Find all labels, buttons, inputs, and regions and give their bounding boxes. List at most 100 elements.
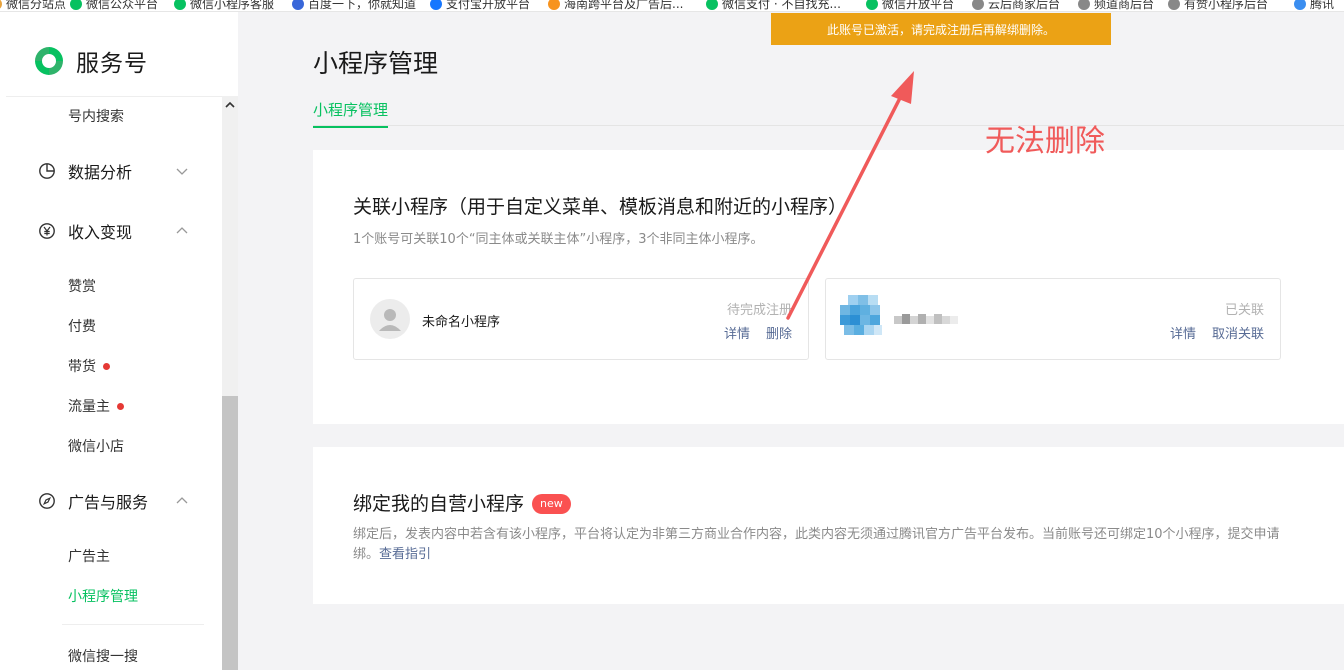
delete-link[interactable]: 删除 — [766, 323, 792, 342]
bookmark-item[interactable]: 微信开放平台 — [866, 0, 955, 11]
bookmark-icon — [1168, 0, 1180, 10]
bookmark-label: 云后商家后台 — [988, 0, 1061, 11]
unlink-link[interactable]: 取消关联 — [1212, 323, 1264, 342]
sidebar-item-wechat-shop[interactable]: 微信小店 — [68, 436, 124, 456]
sidebar-item-label: 付费 — [68, 319, 96, 335]
sidebar-item-search[interactable]: 号内搜索 — [68, 106, 124, 126]
bookmark-label: 微信小程序客服 — [190, 0, 275, 11]
bind-section-title: 绑定我的自营小程序 new — [353, 489, 571, 516]
chevron-up-icon — [176, 227, 188, 234]
sidebar-group-label: 广告与服务 — [68, 493, 149, 512]
yen-icon — [39, 223, 55, 239]
sidebar-item-miniprogram-management[interactable]: 小程序管理 — [68, 586, 138, 606]
bind-section-desc: 绑定后，发表内容中若含有该小程序，平台将认定为非第三方商业合作内容，此类内容无须… — [353, 525, 1343, 565]
sidebar-item-wechat-search[interactable]: 微信搜一搜 — [68, 646, 138, 666]
bookmark-label: 微信公众平台 — [86, 0, 159, 11]
bookmark-label: 有赞小程序后台 — [1184, 0, 1269, 11]
sidebar: 服务号 号内搜索 数据分析 收入变现 赞赏 付费 带货 流量主 微信小店 广告与… — [0, 12, 238, 670]
bookmark-item[interactable]: 微信小程序客服 — [174, 0, 275, 11]
miniprogram-status: 已关联 — [1224, 303, 1264, 318]
miniprogram-actions: 详情 删除 — [724, 323, 792, 342]
chevron-down-icon — [176, 168, 188, 175]
alipay-icon — [430, 0, 442, 10]
sidebar-group-monetization[interactable]: 收入变现 — [38, 219, 198, 243]
linked-miniprograms-card: 关联小程序（用于自定义菜单、模板消息和附近的小程序） 1个账号可关联10个“同主… — [313, 150, 1344, 424]
sidebar-item-label: 广告主 — [68, 549, 110, 565]
brand-name: 服务号 — [76, 51, 148, 77]
bookmark-label: 海南跨平台及广告后... — [564, 0, 684, 11]
notification-dot — [117, 402, 124, 410]
bookmark-icon — [1078, 0, 1090, 10]
sidebar-item-label: 小程序管理 — [68, 589, 138, 605]
compass-icon — [39, 493, 55, 509]
brand[interactable]: 服务号 — [32, 44, 148, 78]
bind-desc-line: 绑定后，发表内容中若含有该小程序，平台将认定为非第三方商业合作内容，此类内容无须… — [353, 527, 1280, 542]
scroll-up-arrow-icon[interactable] — [222, 96, 238, 114]
bookmark-item[interactable]: 有赞小程序后台 — [1168, 0, 1269, 11]
sidebar-group-data-analysis[interactable]: 数据分析 — [38, 159, 198, 183]
linked-section-title: 关联小程序（用于自定义菜单、模板消息和附近的小程序） — [353, 196, 848, 218]
sidebar-group-label: 收入变现 — [68, 223, 133, 242]
bookmark-item[interactable]: 云后商家后台 — [972, 0, 1061, 11]
bookmark-item[interactable]: 频道商后台 — [1078, 0, 1155, 11]
wechat-icon — [866, 0, 878, 10]
sidebar-item-traffic-owner[interactable]: 流量主 — [68, 396, 124, 416]
bookmark-item[interactable]: 百度一下，你就知道 — [292, 0, 417, 11]
bookmark-label: 频道商后台 — [1094, 0, 1155, 11]
bookmark-item[interactable]: 微信支付 · 不自找充... — [706, 0, 841, 11]
warning-banner: 此账号已激活，请完成注册后再解绑删除。 — [771, 13, 1111, 45]
wechat-icon — [174, 0, 186, 10]
sidebar-nav: 号内搜索 数据分析 收入变现 赞赏 付费 带货 流量主 微信小店 广告与服务 广… — [0, 96, 222, 670]
notification-dot — [103, 362, 110, 370]
annotation-label: 无法删除 — [985, 124, 1105, 159]
bookmark-icon — [548, 0, 560, 10]
miniprogram-name: 未命名小程序 — [422, 315, 501, 330]
miniprogram-card: 未命名小程序 待完成注册 详情 删除 — [353, 278, 809, 360]
bookmark-label: 微信开放平台 — [882, 0, 955, 11]
bookmark-icon — [0, 0, 2, 10]
bookmark-label: 腾讯 — [1310, 0, 1335, 11]
bookmark-icon — [1294, 0, 1306, 10]
view-guide-link[interactable]: 查看指引 — [379, 547, 431, 562]
miniprogram-status: 待完成注册 — [726, 303, 792, 318]
scrollbar-thumb[interactable] — [222, 396, 238, 670]
sidebar-item-label: 流量主 — [68, 399, 110, 415]
sidebar-item-label: 微信小店 — [68, 439, 124, 455]
sidebar-item-paid[interactable]: 付费 — [68, 316, 96, 336]
bookmark-item[interactable]: 微信公众平台 — [70, 0, 159, 11]
miniprogram-card: 已关联 详情 取消关联 — [825, 278, 1281, 360]
bookmarks-bar: 微信分站点 微信公众平台 微信小程序客服 百度一下，你就知道 支付宝开放平台 海… — [0, 0, 1344, 12]
sidebar-item-label: 号内搜索 — [68, 109, 124, 125]
bookmark-item[interactable]: 腾讯 — [1294, 0, 1335, 11]
sidebar-item-label: 带货 — [68, 359, 96, 375]
page-title: 小程序管理 — [313, 49, 439, 78]
chart-icon — [39, 163, 55, 179]
bookmark-label: 微信分站点 — [6, 0, 67, 11]
bookmark-icon — [972, 0, 984, 10]
bind-section-title-text: 绑定我的自营小程序 — [353, 493, 525, 515]
wechat-icon — [706, 0, 718, 10]
sidebar-item-reward[interactable]: 赞赏 — [68, 276, 96, 296]
tab-miniprogram-management[interactable]: 小程序管理 — [313, 99, 389, 128]
blurred-name — [894, 314, 958, 324]
sidebar-item-sell-goods[interactable]: 带货 — [68, 356, 110, 376]
details-link[interactable]: 详情 — [1170, 323, 1196, 342]
chevron-up-icon — [176, 497, 188, 504]
sidebar-item-label: 赞赏 — [68, 279, 96, 295]
sidebar-scrollbar[interactable] — [222, 96, 238, 670]
sidebar-group-label: 数据分析 — [68, 163, 133, 182]
miniprogram-avatar — [840, 295, 886, 341]
bookmark-label: 百度一下，你就知道 — [308, 0, 417, 11]
bookmark-item[interactable]: 微信分站点 — [0, 0, 67, 11]
bookmark-item[interactable]: 支付宝开放平台 — [430, 0, 530, 11]
sidebar-item-advertiser[interactable]: 广告主 — [68, 546, 110, 566]
divider — [62, 624, 204, 625]
linked-section-desc: 1个账号可关联10个“同主体或关联主体”小程序，3个非同主体小程序。 — [353, 232, 764, 247]
default-avatar-icon — [370, 299, 410, 339]
tabs-underline — [313, 125, 1344, 126]
details-link[interactable]: 详情 — [724, 323, 750, 342]
bind-desc-line2: 绑。查看指引 — [353, 545, 1343, 565]
bookmark-item[interactable]: 海南跨平台及广告后... — [548, 0, 684, 11]
bind-miniprogram-card: 绑定我的自营小程序 new 绑定后，发表内容中若含有该小程序，平台将认定为非第三方… — [313, 447, 1344, 604]
sidebar-group-ads-services[interactable]: 广告与服务 — [38, 489, 198, 513]
